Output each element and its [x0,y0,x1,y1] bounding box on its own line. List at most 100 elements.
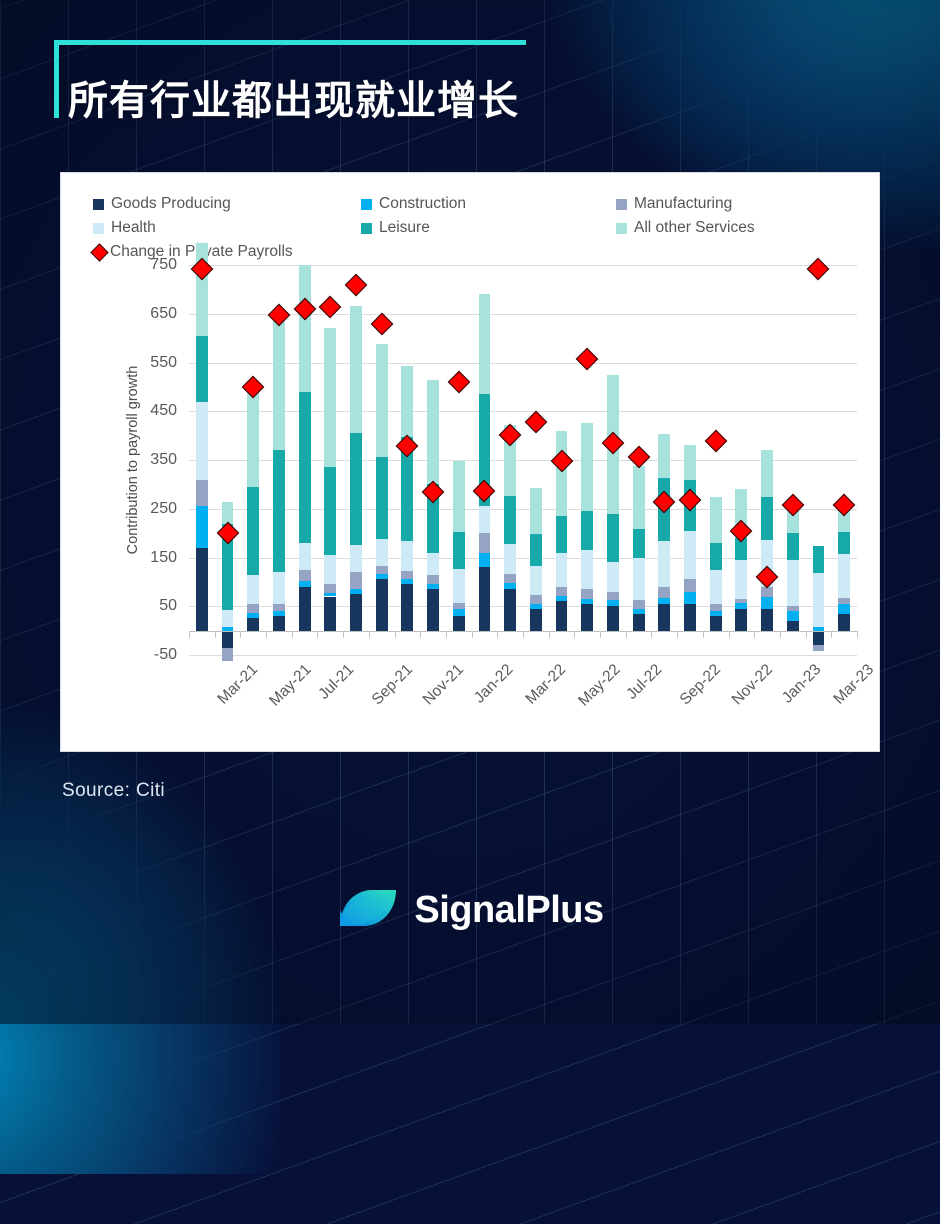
payroll-change-marker [730,519,753,543]
bar-column[interactable] [658,265,671,655]
bar-segment [658,540,671,588]
bar-segment [401,570,414,580]
bar-column[interactable] [298,265,311,655]
bar-column[interactable] [581,265,594,655]
bar-column[interactable] [452,265,465,655]
bar-column[interactable] [401,265,414,655]
bar-segment [632,529,645,559]
x-axis-tick [625,630,627,638]
y-axis-tick-label: 50 [159,597,177,615]
bar-column[interactable] [478,265,491,655]
x-axis-tick [702,630,704,638]
x-axis-tick [805,630,807,638]
bar-segment [273,611,285,616]
bar-segment [350,545,362,573]
payroll-change-marker [216,521,239,545]
bar-segment [529,595,542,604]
payroll-change-marker [781,493,805,517]
x-axis-tick [523,630,524,638]
payroll-change-marker [421,480,445,504]
bar-segment [786,606,799,612]
bar-segment [581,511,594,551]
payroll-change-marker [447,370,471,394]
bar-segment [735,602,748,609]
legend-item-construction[interactable]: Construction [361,195,616,213]
bar-segment [221,609,234,627]
bar-column[interactable] [221,265,234,662]
bar-column[interactable] [504,265,517,655]
bar-segment [350,306,362,434]
bar-segment [838,532,851,555]
legend-swatch-icon [93,198,104,210]
bar-segment [478,294,491,395]
legend-item-leisure[interactable]: Leisure [361,219,616,237]
legend-item-change-in-private-payrolls[interactable]: Change in Private Payrolls [90,242,361,262]
bar-column[interactable] [761,265,773,655]
bar-segment [401,584,414,631]
y-axis-tick-label: 250 [150,499,177,517]
bar-segment [735,559,748,599]
bar-segment [555,586,568,596]
signalplus-wave-logo-icon [340,890,397,926]
legend-item-goods-producing[interactable]: Goods Producing [93,195,361,213]
bar-segment [812,573,825,627]
bar-segment [581,603,594,631]
legend-label: Leisure [379,219,430,236]
x-axis-tick [368,630,370,638]
bar-column[interactable] [786,265,799,655]
payroll-change-marker [370,313,394,336]
bar-segment [581,589,594,599]
bar-segment [632,613,645,631]
bar-segment [478,533,491,553]
payroll-change-marker [498,423,522,446]
bar-segment [195,335,208,402]
bar-column[interactable] [709,265,722,655]
bar-column[interactable] [427,265,439,655]
bar-segment [375,539,388,567]
bar-segment [195,479,208,507]
bar-column[interactable] [247,265,260,655]
bar-column[interactable] [324,265,337,655]
bar-segment [838,603,851,614]
bar-column[interactable] [607,265,619,655]
bar-segment [324,466,337,555]
bar-segment [555,516,568,553]
legend-label: Manufacturing [634,195,733,212]
bar-segment [195,401,208,480]
bar-column[interactable] [350,265,362,655]
bar-segment [761,496,773,541]
bar-column[interactable] [529,265,542,655]
legend-label: Construction [379,195,467,212]
bar-segment [812,645,825,652]
bar-segment [452,461,465,533]
bar-segment [504,583,517,590]
y-axis-tick-label: -50 [153,646,177,663]
x-axis-tick [189,630,190,638]
bar-segment [298,580,311,587]
bar-segment [298,586,311,631]
bar-segment [452,568,465,603]
bar-segment [452,602,465,609]
bar-segment [195,506,208,548]
legend-item-manufacturing[interactable]: Manufacturing [616,195,732,213]
bar-column[interactable] [195,243,208,655]
bar-segment [427,574,439,585]
legend-swatch-icon [93,222,104,234]
bar-column[interactable] [735,265,748,655]
bar-column[interactable] [684,265,696,655]
bar-column[interactable] [838,265,851,655]
x-axis-tick [291,630,293,638]
legend-item-health[interactable]: Health [93,219,361,237]
bar-segment [401,365,414,437]
payroll-change-marker [601,431,625,455]
legend-swatch-icon [616,222,627,234]
legend-item-all-other-services[interactable]: All other Services [616,219,755,237]
x-axis-tick-label: Nov-22 [728,661,776,709]
bar-segment [761,596,773,609]
bar-segment [709,496,722,543]
x-axis-tick [651,630,653,638]
bar-segment [709,569,722,604]
bar-segment [684,579,696,592]
brand-logo-group: SignalPlus [0,880,940,940]
bar-column[interactable] [812,265,825,655]
